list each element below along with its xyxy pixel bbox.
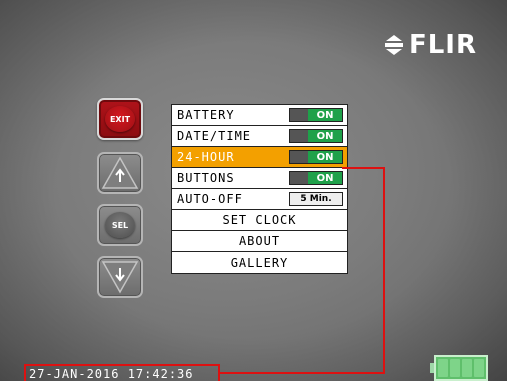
battery-toggle[interactable]: ON [289,108,343,122]
menu-item-24-hour[interactable]: 24-HOUR ON [172,147,347,168]
exit-button[interactable]: EXIT [97,98,143,140]
down-button[interactable] [97,256,143,298]
battery-cell [450,359,460,377]
menu-item-gallery[interactable]: GALLERY [172,252,347,273]
battery-cell [462,359,472,377]
menu-item-set-clock[interactable]: SET CLOCK [172,210,347,231]
toggle-off-segment [290,109,308,121]
menu-item-buttons[interactable]: BUTTONS ON [172,168,347,189]
menu-item-about[interactable]: ABOUT [172,231,347,252]
menu-item-label: ABOUT [238,234,281,248]
settings-menu: BATTERY ON DATE/TIME ON 24-HOUR ON BUTTO… [171,104,348,274]
menu-item-battery[interactable]: BATTERY ON [172,105,347,126]
menu-item-auto-off[interactable]: AUTO-OFF 5 Min. [172,189,347,210]
buttons-toggle[interactable]: ON [289,171,343,185]
toggle-off-segment [290,151,308,163]
flir-logo-icon [384,35,403,55]
select-button[interactable]: SEL [97,204,143,246]
flir-logo-text: FLIR [408,30,477,60]
flir-logo: FLIR [383,30,477,60]
toggle-off-segment [290,130,308,142]
battery-indicator-icon [430,355,488,381]
menu-item-label: GALLERY [230,255,289,270]
menu-item-datetime[interactable]: DATE/TIME ON [172,126,347,147]
battery-cell [438,359,448,377]
battery-body [434,355,488,381]
arrow-down-icon [101,261,139,294]
toggle-on-label: ON [308,109,342,121]
24-hour-toggle[interactable]: ON [289,150,343,164]
datetime-readout: 27-JAN-2016 17:42:36 [24,364,220,381]
thermal-camera-screen: FLIR EXIT SEL BATTERY ON DATE/TIME ON 24… [0,0,507,381]
menu-item-label: SET CLOCK [222,213,297,227]
battery-cell [474,359,484,377]
exit-button-label: EXIT [105,106,135,132]
up-button[interactable] [97,152,143,194]
auto-off-value[interactable]: 5 Min. [289,192,343,206]
datetime-toggle[interactable]: ON [289,129,343,143]
arrow-up-icon [101,156,139,189]
select-button-label: SEL [105,212,135,238]
toggle-off-segment [290,172,308,184]
toggle-on-label: ON [308,151,342,163]
toggle-on-label: ON [308,130,342,142]
toggle-on-label: ON [308,172,342,184]
